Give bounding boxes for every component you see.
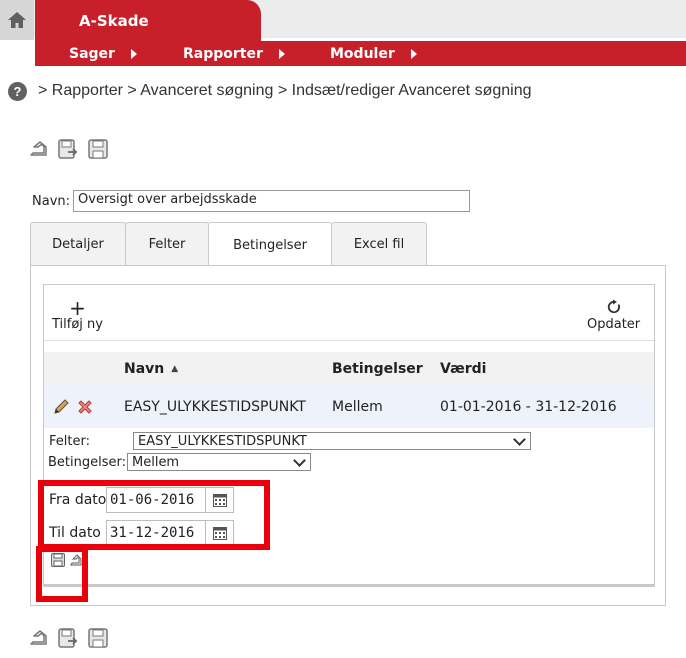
felter-row: Felter: EASY_ULYKKESTIDSPUNKT xyxy=(49,432,531,450)
row-actions xyxy=(52,386,94,428)
betingelser-select[interactable]: Mellem xyxy=(127,453,311,471)
col-navn-label: Navn xyxy=(124,361,165,377)
refresh-icon xyxy=(607,299,620,314)
chevron-down-icon xyxy=(513,432,526,446)
save-button[interactable] xyxy=(85,136,111,162)
tab-bar: Detaljer Felter Betingelser Excel fil xyxy=(30,222,427,268)
felter-select[interactable]: EASY_ULYKKESTIDSPUNKT xyxy=(133,432,531,450)
highlight-date-fields xyxy=(38,480,270,550)
betingelser-select-value: Mellem xyxy=(132,454,180,470)
save-icon xyxy=(88,139,108,159)
help-icon[interactable]: ? xyxy=(8,81,27,101)
back-button[interactable] xyxy=(25,136,51,162)
delete-icon[interactable] xyxy=(76,398,94,416)
tab-panel: + Tilføj ny Opdater Navn ▲ Betingelser V… xyxy=(30,265,666,606)
tab-betingelser[interactable]: Betingelser xyxy=(208,222,332,268)
col-navn[interactable]: Navn ▲ xyxy=(124,352,178,386)
betingelser-label: Betingelser: xyxy=(48,454,126,470)
grid-footer-line xyxy=(43,584,655,587)
breadcrumb-text: > Rapporter > Avanceret søgning > Indsæt… xyxy=(38,82,532,99)
home-button[interactable] xyxy=(0,0,34,40)
save-close-icon xyxy=(58,139,78,159)
grid-toolbar: + Tilføj ny Opdater xyxy=(44,285,654,341)
breadcrumb: ? > Rapporter > Avanceret søgning > Inds… xyxy=(8,80,531,102)
refresh-label: Opdater xyxy=(587,317,641,332)
menu-arrow-icon xyxy=(130,48,137,59)
app-tab[interactable]: A-Skade xyxy=(35,0,261,41)
menu-item-label: Sager xyxy=(69,45,115,62)
menu-item-label: Rapporter xyxy=(183,45,263,62)
cell-navn: EASY_ULYKKESTIDSPUNKT xyxy=(124,399,306,415)
menu-item-moduler[interactable]: Moduler xyxy=(330,41,417,66)
cell-vaerdi: 01-01-2016 - 31-12-2016 xyxy=(440,399,617,415)
back-button[interactable] xyxy=(25,625,51,651)
back-icon xyxy=(30,630,47,645)
save-close-button[interactable] xyxy=(55,136,81,162)
refresh-button[interactable]: Opdater xyxy=(587,299,640,332)
back-icon xyxy=(30,141,47,156)
name-input[interactable]: Oversigt over arbejdsskade xyxy=(73,190,471,212)
tab-felter[interactable]: Felter xyxy=(125,222,209,266)
edit-icon[interactable] xyxy=(52,398,70,416)
highlight-save-icon xyxy=(36,546,88,602)
col-betingelser[interactable]: Betingelser xyxy=(332,352,423,386)
bottom-toolbar xyxy=(25,625,111,651)
felter-select-value: EASY_ULYKKESTIDSPUNKT xyxy=(138,433,307,449)
home-icon xyxy=(8,12,26,28)
name-row: Navn: Oversigt over arbejdsskade xyxy=(32,190,471,212)
save-close-icon xyxy=(58,628,78,648)
save-close-button[interactable] xyxy=(55,625,81,651)
save-button[interactable] xyxy=(85,625,111,651)
betingelser-row: Betingelser: Mellem xyxy=(48,453,311,471)
menu-item-sager[interactable]: Sager xyxy=(69,41,137,66)
top-toolbar xyxy=(25,136,111,162)
menu-arrow-icon xyxy=(278,48,285,59)
felter-label: Felter: xyxy=(49,433,90,449)
table-row[interactable]: EASY_ULYKKESTIDSPUNKT Mellem 01-01-2016 … xyxy=(44,386,654,428)
menu-item-rapporter[interactable]: Rapporter xyxy=(183,41,285,66)
add-new-label: Tilføj ny xyxy=(52,317,103,332)
app-tab-title: A-Skade xyxy=(79,12,149,30)
cell-betingelser: Mellem xyxy=(332,399,383,415)
grid-header: Navn ▲ Betingelser Værdi xyxy=(44,352,654,386)
add-icon: + xyxy=(69,296,86,320)
sort-up-icon: ▲ xyxy=(171,364,179,374)
chevron-down-icon xyxy=(293,453,306,467)
name-label: Navn: xyxy=(32,193,71,209)
menu-item-label: Moduler xyxy=(330,45,395,62)
tab-excel-fil[interactable]: Excel fil xyxy=(331,222,427,266)
tab-detaljer[interactable]: Detaljer xyxy=(30,222,126,266)
save-icon xyxy=(88,628,108,648)
add-new-button[interactable]: + Tilføj ny xyxy=(52,296,103,332)
col-vaerdi[interactable]: Værdi xyxy=(440,352,486,386)
menu-arrow-icon xyxy=(410,48,417,59)
main-menu-bar: Sager Rapporter Moduler xyxy=(35,41,686,66)
